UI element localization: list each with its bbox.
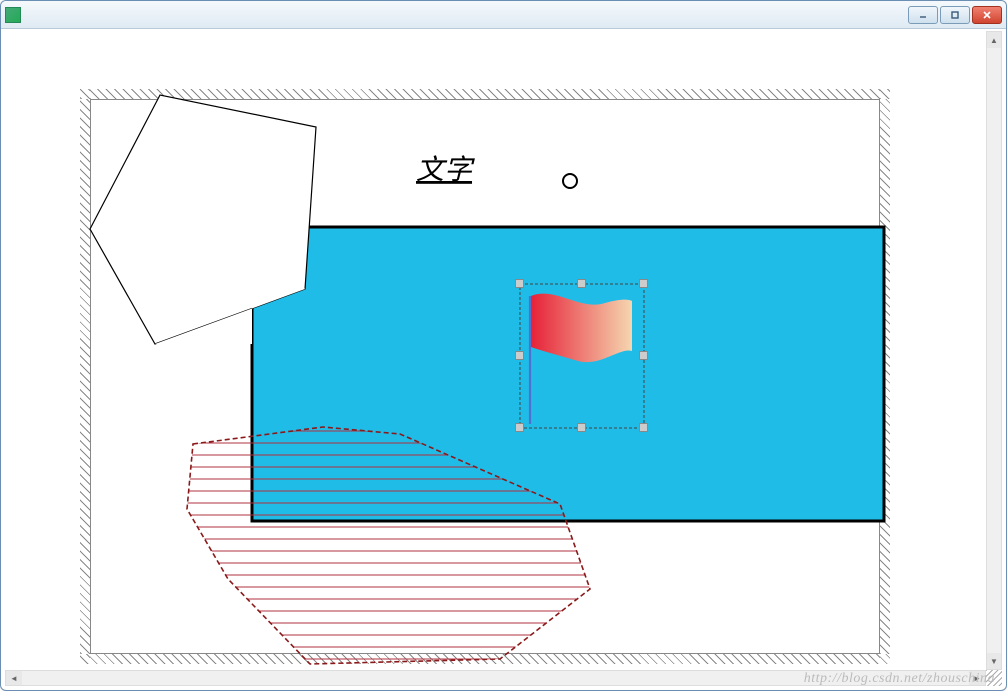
- minimize-button[interactable]: [908, 6, 938, 24]
- app-icon: [5, 7, 21, 23]
- client-area: 文字: [5, 31, 1002, 670]
- scroll-up-arrow[interactable]: ▲: [987, 32, 1001, 48]
- selection-handle-ne[interactable]: [639, 279, 648, 288]
- window-controls: [908, 6, 1002, 24]
- scroll-v-track[interactable]: [987, 48, 1001, 653]
- canvas-svg: 文字: [80, 89, 890, 664]
- small-circle[interactable]: [563, 174, 577, 188]
- selection-handle-w[interactable]: [515, 351, 524, 360]
- close-button[interactable]: [972, 6, 1002, 24]
- drawing-canvas[interactable]: 文字: [80, 89, 890, 664]
- application-window: 文字: [0, 0, 1007, 691]
- selection-handle-se[interactable]: [639, 423, 648, 432]
- vertical-scrollbar[interactable]: ▲ ▼: [986, 31, 1002, 670]
- selection-handle-e[interactable]: [639, 351, 648, 360]
- text-label[interactable]: 文字: [416, 155, 475, 186]
- scroll-left-arrow[interactable]: ◄: [6, 671, 22, 685]
- selection-handle-n[interactable]: [577, 279, 586, 288]
- watermark-text: http://blog.csdn.net/zhouschina: [804, 671, 995, 687]
- titlebar[interactable]: [1, 1, 1006, 29]
- scroll-down-arrow[interactable]: ▼: [987, 653, 1001, 669]
- selection-handle-s[interactable]: [577, 423, 586, 432]
- selection-handle-sw[interactable]: [515, 423, 524, 432]
- maximize-button[interactable]: [940, 6, 970, 24]
- selection-handle-nw[interactable]: [515, 279, 524, 288]
